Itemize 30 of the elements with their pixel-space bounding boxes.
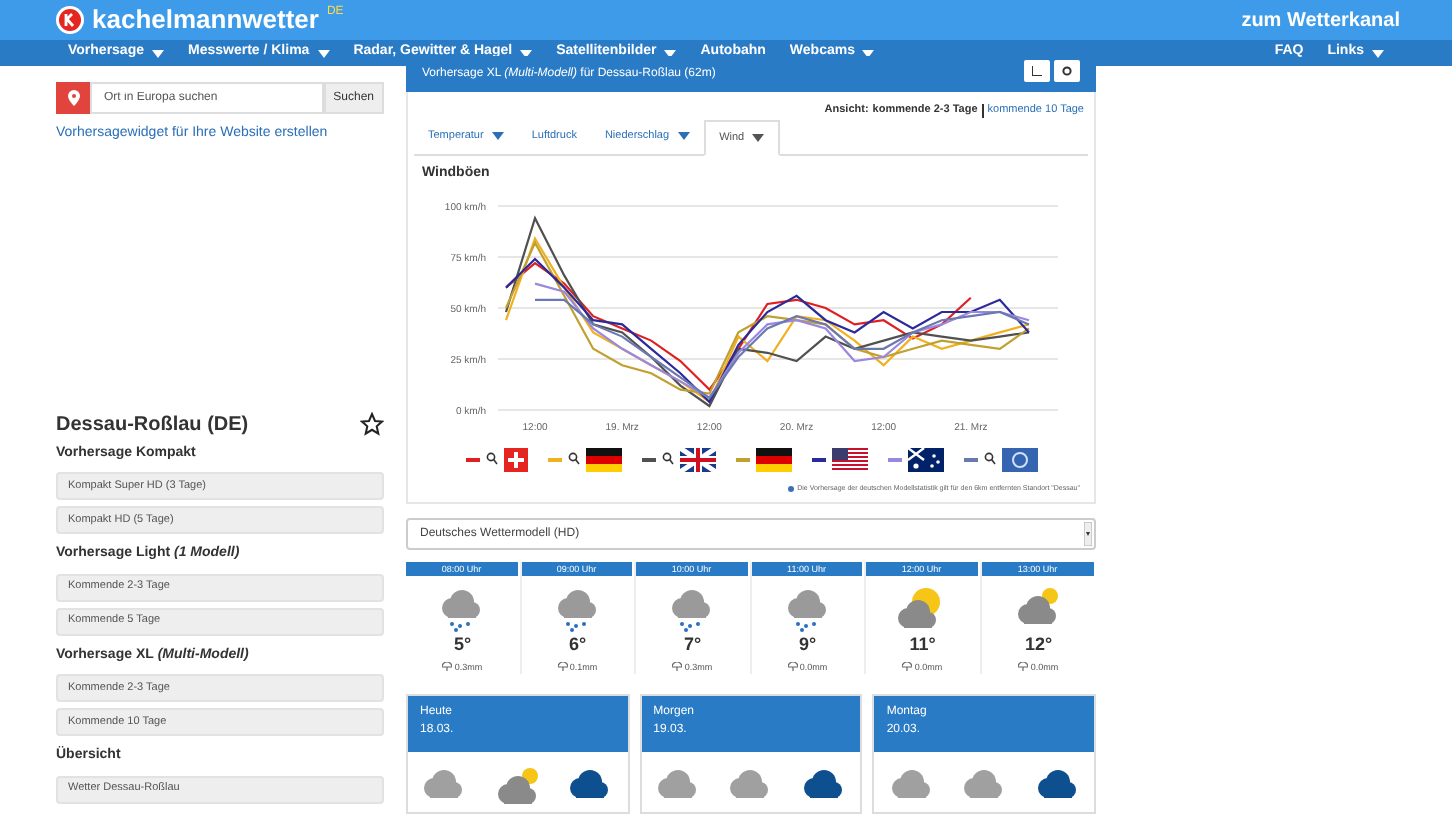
emblem-flag-icon [1001, 447, 1037, 472]
expand-button[interactable] [1024, 59, 1050, 81]
temperature: 7° [683, 632, 702, 658]
share-icon [1062, 65, 1072, 75]
umbrella-icon [672, 662, 683, 673]
german-flag-icon [755, 447, 791, 472]
temperature: 12° [1024, 632, 1053, 658]
umbrella-icon [557, 662, 568, 673]
australia-flag-icon [907, 447, 943, 472]
location-pin-icon [67, 90, 79, 106]
star-icon[interactable] [360, 412, 384, 436]
uk-flag-icon [679, 447, 715, 472]
temperature: 5° [453, 632, 472, 658]
umbrella-icon [442, 662, 453, 673]
select-arrow-icon [1084, 522, 1092, 546]
us-flag-icon [831, 447, 867, 472]
brand-name[interactable]: kachelmannwetter [92, 0, 319, 40]
location-pin-button[interactable] [56, 82, 90, 114]
share-button[interactable] [1054, 59, 1080, 81]
channel-link[interactable]: zum Wetterkanal [1241, 5, 1400, 35]
german-flag-icon [585, 447, 621, 472]
location-title: Dessau-Roßlau (DE) [56, 411, 249, 439]
umbrella-icon [787, 662, 798, 673]
temperature: 6° [568, 632, 587, 658]
swiss-flag-icon [503, 447, 527, 472]
umbrella-icon [1018, 662, 1029, 673]
temperature: 9° [798, 632, 817, 658]
umbrella-icon [902, 662, 913, 673]
temperature: 11° [909, 632, 936, 658]
logo-icon [56, 6, 84, 34]
